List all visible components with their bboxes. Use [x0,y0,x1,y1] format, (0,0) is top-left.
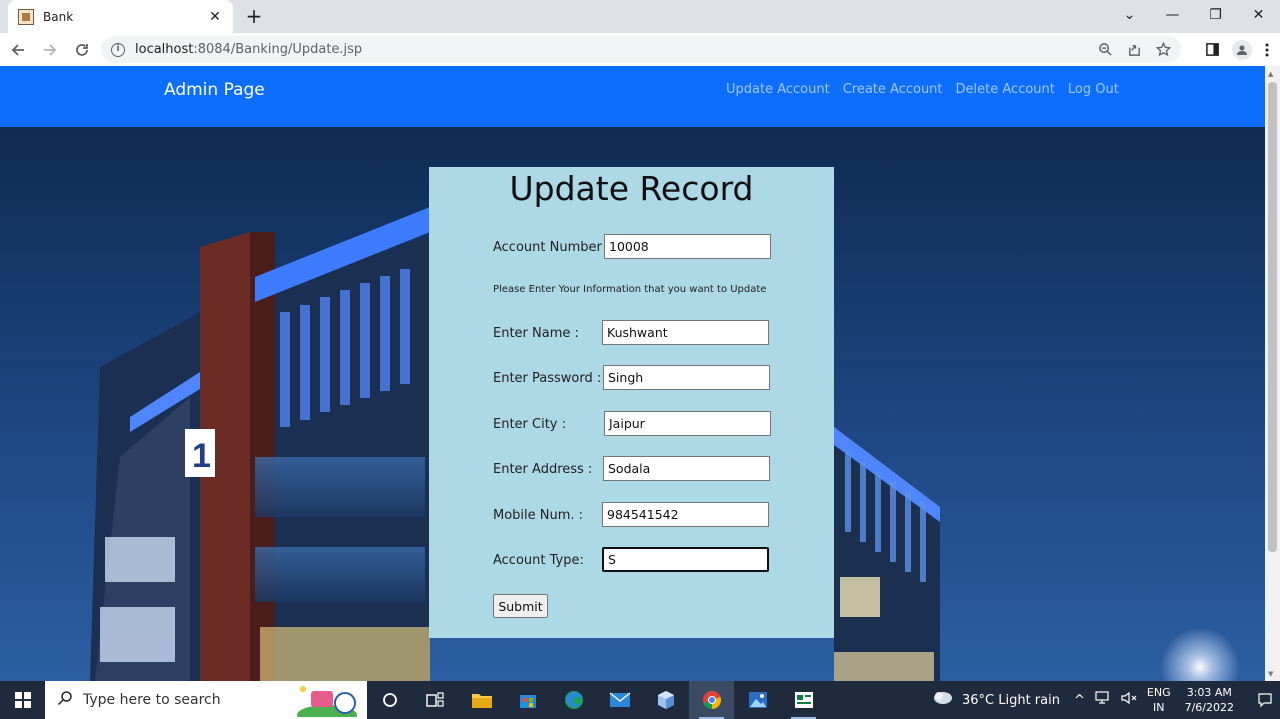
search-icon [57,690,73,710]
browser-toolbar: i localhost :8084/Banking/Update.jsp [0,33,1280,66]
clock-time: 3:03 AM [1186,686,1232,699]
share-icon[interactable] [1127,42,1142,57]
city-label: Enter City : [493,417,567,432]
nav-link-log-out[interactable]: Log Out [1068,82,1119,97]
mobile-label: Mobile Num. : [493,508,584,523]
nav-links: Update Account Create Account Delete Acc… [726,82,1119,97]
clock-date: 7/6/2022 [1184,701,1234,714]
mail-icon[interactable] [597,681,642,719]
window-controls: ⌄ — ❐ ✕ [1108,0,1280,30]
photos-icon[interactable] [735,681,780,719]
cortana-icon[interactable] [367,681,412,719]
scroll-down-icon[interactable]: ▼ [1268,670,1273,678]
lang-region: IN [1153,701,1165,714]
network-icon[interactable] [1095,691,1111,709]
name-label: Enter Name : [493,326,579,341]
account-type-input[interactable]: S [602,547,769,572]
forward-arrow-icon[interactable] [36,36,64,64]
system-tray: 36°C Light rain ^ ENG IN 3:03 AM 7/6/202… [932,681,1280,719]
form-hint: Please Enter Your Information that you w… [493,284,767,295]
tab-title: Bank [43,9,74,24]
bank-favicon-icon [18,8,34,25]
back-arrow-icon[interactable] [4,36,32,64]
side-panel-icon[interactable] [1205,42,1220,57]
account-number-input[interactable]: 10008 [604,234,771,259]
password-input[interactable]: Singh [603,365,770,390]
chevron-up-icon[interactable]: ^ [1074,693,1085,708]
name-input[interactable]: Kushwant [602,320,769,345]
tab-search-icon[interactable]: ⌄ [1108,0,1151,30]
menu-kebab-icon[interactable] [1264,42,1270,58]
browser-right-tools [1205,33,1270,66]
new-tab-button[interactable]: + [242,4,266,28]
bookmark-star-icon[interactable] [1156,42,1171,57]
file-explorer-icon[interactable] [459,681,504,719]
nav-link-create-account[interactable]: Create Account [843,82,943,97]
url-path: :8084/Banking/Update.jsp [193,42,363,57]
url-host: localhost [135,42,194,57]
tab-close-icon[interactable]: ✕ [207,9,223,25]
mobile-input[interactable]: 984541542 [602,502,769,527]
address-label: Enter Address : [493,462,593,477]
site-info-icon[interactable]: i [111,42,125,57]
nav-link-update-account[interactable]: Update Account [726,82,830,97]
zoom-icon[interactable] [1098,42,1113,57]
notification-icon[interactable] [1250,681,1280,719]
edge-icon[interactable] [551,681,596,719]
volume-muted-icon[interactable] [1121,691,1137,709]
windows-taskbar: Type here to search 36°C Light rain ^ EN… [0,681,1280,719]
lang-code: ENG [1146,686,1171,699]
browser-tab[interactable]: Bank ✕ [8,0,233,33]
brand-link[interactable]: Admin Page [164,80,265,100]
taskbar-search-input[interactable]: Type here to search [45,681,367,719]
top-navbar: Admin Page Update Account Create Account… [0,66,1265,127]
city-input[interactable]: Jaipur [604,411,771,436]
profile-avatar-icon[interactable] [1232,39,1252,60]
update-record-form: Update Record Account Number : 10008 Ple… [429,167,834,638]
windows-start-icon[interactable] [0,681,45,719]
language-indicator[interactable]: ENG IN [1147,685,1171,715]
address-input[interactable]: Sodala [603,456,770,481]
address-bar[interactable]: i localhost :8084/Banking/Update.jsp [101,36,1181,63]
page-viewport: 1 Admin Page Update Account Create Accou… [0,66,1265,681]
page-scrollbar[interactable]: ▲ ▼ [1265,66,1280,681]
3d-viewer-icon[interactable] [643,681,688,719]
password-label: Enter Password : [493,371,602,386]
browser-tabstrip: Bank ✕ + ⌄ — ❐ ✕ [0,0,1280,33]
nav-link-delete-account[interactable]: Delete Account [956,82,1055,97]
reload-icon[interactable] [68,36,96,64]
search-highlight-icon [297,686,357,717]
form-title: Update Record [509,169,754,208]
scroll-thumb[interactable] [1268,82,1277,552]
account-type-label: Account Type: [493,553,584,568]
close-window-button[interactable]: ✕ [1237,0,1280,30]
omnibox-actions [1098,36,1171,63]
chrome-icon[interactable] [689,681,734,719]
account-number-label: Account Number : [493,240,611,255]
sticky-app-icon[interactable] [781,681,826,719]
cloud-rain-icon[interactable] [932,690,954,710]
weather-text[interactable]: 36°C Light rain [962,693,1060,708]
scroll-up-icon[interactable]: ▲ [1268,70,1273,78]
taskbar-clock[interactable]: 3:03 AM 7/6/2022 [1185,685,1234,715]
microsoft-store-icon[interactable] [505,681,550,719]
search-placeholder: Type here to search [83,692,221,708]
task-view-icon[interactable] [412,681,457,719]
minimize-button[interactable]: — [1151,0,1194,30]
restore-button[interactable]: ❐ [1194,0,1237,30]
svg-text:1: 1 [192,437,211,475]
submit-button[interactable]: Submit [493,594,548,618]
